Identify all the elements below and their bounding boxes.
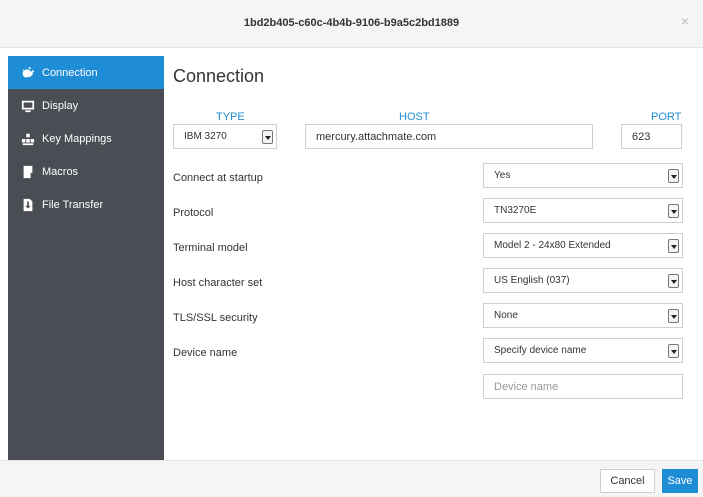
terminal-model-label: Terminal model — [173, 242, 248, 254]
sidebar-item-label: Macros — [42, 165, 79, 178]
file-transfer-icon — [20, 197, 36, 213]
close-icon[interactable]: × — [681, 13, 689, 29]
connect-at-startup-select[interactable]: Yes — [483, 163, 683, 188]
connect-at-startup-value: Yes — [494, 170, 511, 181]
chevron-down-icon — [668, 239, 679, 253]
host-character-set-select[interactable]: US English (037) — [483, 268, 683, 293]
chevron-down-icon — [262, 130, 273, 144]
device-name-select-value: Specify device name — [494, 345, 587, 356]
sidebar-item-label: Connection — [42, 66, 98, 79]
protocol-label: Protocol — [173, 207, 214, 219]
terminal-model-value: Model 2 - 24x80 Extended — [494, 240, 611, 251]
dialog-footer: Cancel Save — [0, 460, 703, 497]
sidebar-item-connection[interactable]: Connection — [8, 56, 164, 89]
sidebar-item-macros[interactable]: Macros — [8, 155, 164, 188]
chevron-down-icon — [668, 309, 679, 323]
monitor-icon — [20, 98, 36, 114]
tls-ssl-security-value: None — [494, 310, 518, 321]
save-button[interactable]: Save — [662, 469, 698, 493]
device-name-label: Device name — [173, 347, 238, 359]
sidebar: Connection Display Key Mappings Macros F… — [8, 56, 164, 460]
device-name-input[interactable]: Device name — [483, 374, 683, 399]
terminal-model-select[interactable]: Model 2 - 24x80 Extended — [483, 233, 683, 258]
keyboard-icon — [20, 131, 36, 147]
host-input[interactable]: mercury.attachmate.com — [305, 124, 593, 149]
sidebar-item-display[interactable]: Display — [8, 89, 164, 122]
window-title: 1bd2b405-c60c-4b4b-9106-b9a5c2bd1889 — [243, 17, 460, 29]
host-character-set-label: Host character set — [173, 277, 263, 289]
sidebar-item-label: Key Mappings — [42, 132, 112, 145]
connect-at-startup-label: Connect at startup — [173, 172, 263, 184]
cancel-button[interactable]: Cancel — [600, 469, 655, 493]
host-label: HOST — [399, 111, 430, 123]
device-name-select[interactable]: Specify device name — [483, 338, 683, 363]
sidebar-item-file-transfer[interactable]: File Transfer — [8, 188, 164, 221]
tls-ssl-security-label: TLS/SSL security — [173, 312, 258, 324]
sidebar-item-key-mappings[interactable]: Key Mappings — [8, 122, 164, 155]
chevron-down-icon — [668, 344, 679, 358]
port-label: PORT — [651, 111, 682, 123]
port-input[interactable]: 623 — [621, 124, 682, 149]
connection-panel: Connection TYPE HOST PORT IBM 3270 mercu… — [172, 56, 696, 460]
script-icon — [20, 164, 36, 180]
chevron-down-icon — [668, 274, 679, 288]
host-character-set-value: US English (037) — [494, 275, 570, 286]
title-bar: 1bd2b405-c60c-4b4b-9106-b9a5c2bd1889 × — [0, 0, 703, 48]
type-select-value: IBM 3270 — [184, 131, 227, 142]
protocol-value: TN3270E — [494, 205, 537, 216]
chevron-down-icon — [668, 204, 679, 218]
type-label: TYPE — [216, 111, 245, 123]
tls-ssl-security-select[interactable]: None — [483, 303, 683, 328]
sidebar-item-label: Display — [42, 99, 79, 112]
type-select[interactable]: IBM 3270 — [173, 124, 277, 149]
page-title: Connection — [173, 66, 265, 86]
chevron-down-icon — [668, 169, 679, 183]
protocol-select[interactable]: TN3270E — [483, 198, 683, 223]
plug-icon — [20, 65, 36, 81]
sidebar-item-label: File Transfer — [42, 198, 104, 211]
